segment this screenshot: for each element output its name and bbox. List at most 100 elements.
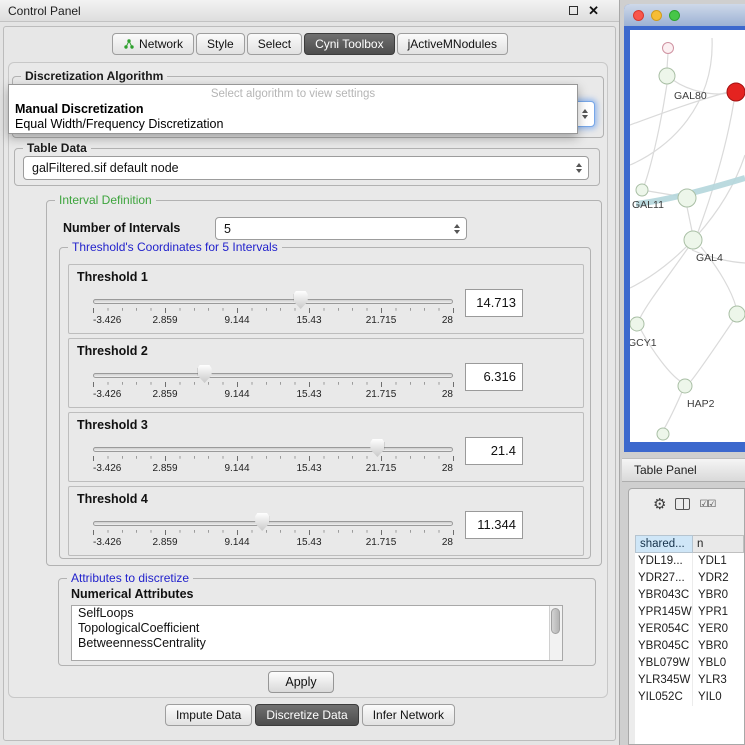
network-node[interactable] (678, 379, 692, 393)
cell[interactable]: YPR145W (635, 604, 693, 621)
table-row[interactable]: YDR27...YDR2 (635, 570, 744, 587)
column-header-shared-name[interactable]: shared... (635, 535, 693, 553)
cell[interactable]: YPR1 (693, 604, 744, 621)
tab-jactivemnodules[interactable]: jActiveMNodules (397, 33, 508, 55)
network-canvas[interactable]: GAL80 GAL11 GAL4 GCY1 HAP2 (630, 30, 745, 442)
combo-value: galFiltered.sif default node (24, 161, 572, 175)
dropdown-option-equal-width-frequency[interactable]: Equal Width/Frequency Discretization (9, 117, 577, 132)
tab-cyni-toolbox[interactable]: Cyni Toolbox (304, 33, 394, 55)
tab-network[interactable]: Network (112, 33, 194, 55)
cell[interactable]: YER054C (635, 621, 693, 638)
slider-track[interactable] (93, 521, 453, 526)
tab-impute-data[interactable]: Impute Data (165, 704, 252, 726)
tick-label: 28 (442, 537, 453, 548)
table-row[interactable]: YBR043CYBR0 (635, 587, 744, 604)
cell[interactable]: YDR2 (693, 570, 744, 587)
network-node[interactable] (630, 317, 644, 331)
tab-discretize-data[interactable]: Discretize Data (255, 704, 358, 726)
gear-icon[interactable]: ⚙ (653, 497, 666, 512)
numerical-attributes-list[interactable]: SelfLoops TopologicalCoefficient Between… (71, 605, 563, 661)
num-intervals-label: Number of Intervals (63, 221, 180, 235)
close-icon[interactable]: ✕ (588, 6, 599, 16)
threshold-1-slider[interactable]: -3.426 2.859 9.144 15.43 21.715 28 (93, 289, 453, 331)
slider-track[interactable] (93, 447, 453, 452)
threshold-3-slider[interactable]: -3.426 2.859 9.144 15.43 21.715 28 (93, 437, 453, 479)
table-row[interactable]: YIL052CYIL0 (635, 689, 744, 706)
cell[interactable]: YER0 (693, 621, 744, 638)
network-window-titlebar[interactable] (624, 4, 745, 26)
cell[interactable]: YBR043C (635, 587, 693, 604)
selected-red-node[interactable] (727, 83, 745, 101)
table-row[interactable]: YBR045CYBR0 (635, 638, 744, 655)
table-row[interactable]: YPR145WYPR1 (635, 604, 744, 621)
list-item[interactable]: SelfLoops (72, 606, 562, 621)
combo-stepper-icon (450, 218, 464, 239)
threshold-2-value-field[interactable]: 6.316 (465, 363, 523, 391)
network-node[interactable] (657, 428, 669, 440)
minimize-traffic-light-icon[interactable] (651, 10, 662, 21)
list-scrollbar[interactable] (549, 606, 562, 660)
cell[interactable]: YDL19... (635, 553, 693, 570)
list-item[interactable]: TopologicalCoefficient (72, 621, 562, 636)
window-buttons: ✕ (569, 6, 611, 16)
column-header-name[interactable]: n (693, 535, 744, 553)
threshold-3-value-field[interactable]: 21.4 (465, 437, 523, 465)
cell[interactable]: YLR3 (693, 672, 744, 689)
control-panel-titlebar[interactable]: Control Panel ✕ (0, 0, 619, 22)
float-window-icon[interactable] (569, 6, 578, 15)
cell[interactable]: YDR27... (635, 570, 693, 587)
columns-icon[interactable] (675, 498, 690, 510)
table-row[interactable]: YDL19...YDL1 (635, 553, 744, 570)
slider-track[interactable] (93, 299, 453, 304)
close-traffic-light-icon[interactable] (633, 10, 644, 21)
tick-label: 21.715 (366, 389, 397, 400)
slider-thumb[interactable] (294, 291, 308, 309)
slider-thumb[interactable] (370, 439, 384, 457)
table-row[interactable]: YER054CYER0 (635, 621, 744, 638)
threshold-4-slider[interactable]: -3.426 2.859 9.144 15.43 21.715 28 (93, 511, 453, 553)
cell[interactable]: YBL0 (693, 655, 744, 672)
table-toolbar: ⚙ ☑☑ (629, 489, 744, 519)
tab-label: Infer Network (373, 708, 444, 722)
list-item[interactable]: BetweennessCentrality (72, 636, 562, 651)
network-node[interactable] (659, 68, 675, 84)
table-row[interactable]: YLR345WYLR3 (635, 672, 744, 689)
network-node[interactable] (678, 189, 696, 207)
table-panel-title: Table Panel (634, 463, 697, 477)
table-data-combobox[interactable]: galFiltered.sif default node (23, 156, 589, 180)
slider-thumb[interactable] (198, 365, 212, 383)
table-panel-header[interactable]: Table Panel (622, 458, 745, 482)
cell[interactable]: YBR045C (635, 638, 693, 655)
tab-infer-network[interactable]: Infer Network (362, 704, 455, 726)
table-header-row: shared... n (635, 535, 744, 553)
select-columns-icon[interactable]: ☑☑ (699, 499, 715, 510)
network-node[interactable] (636, 184, 648, 196)
network-node[interactable] (729, 306, 745, 322)
num-intervals-combobox[interactable]: 5 (215, 217, 467, 240)
tab-style[interactable]: Style (196, 33, 245, 55)
slider-ticks (93, 456, 454, 461)
tab-select[interactable]: Select (247, 33, 302, 55)
apply-button[interactable]: Apply (268, 671, 334, 693)
tab-label: Style (207, 37, 234, 51)
network-node[interactable] (663, 43, 674, 54)
network-node[interactable] (684, 231, 702, 249)
threshold-2-slider[interactable]: -3.426 2.859 9.144 15.43 21.715 28 (93, 363, 453, 405)
table-row[interactable]: YBL079WYBL0 (635, 655, 744, 672)
cell[interactable]: YLR345W (635, 672, 693, 689)
zoom-traffic-light-icon[interactable] (669, 10, 680, 21)
slider-track[interactable] (93, 373, 453, 378)
cell[interactable]: YBL079W (635, 655, 693, 672)
network-graph: GAL80 GAL11 GAL4 GCY1 HAP2 (630, 30, 745, 442)
scrollbar-thumb[interactable] (551, 608, 560, 634)
cell[interactable]: YDL1 (693, 553, 744, 570)
threshold-4-value-field[interactable]: 11.344 (465, 511, 523, 539)
cell[interactable]: YIL052C (635, 689, 693, 706)
slider-thumb[interactable] (255, 513, 269, 531)
cell[interactable]: YIL0 (693, 689, 744, 706)
dropdown-option-manual-discretization[interactable]: Manual Discretization (9, 102, 577, 117)
threshold-1-value-field[interactable]: 14.713 (465, 289, 523, 317)
cell[interactable]: YBR0 (693, 638, 744, 655)
tick-label: 15.43 (296, 315, 321, 326)
cell[interactable]: YBR0 (693, 587, 744, 604)
